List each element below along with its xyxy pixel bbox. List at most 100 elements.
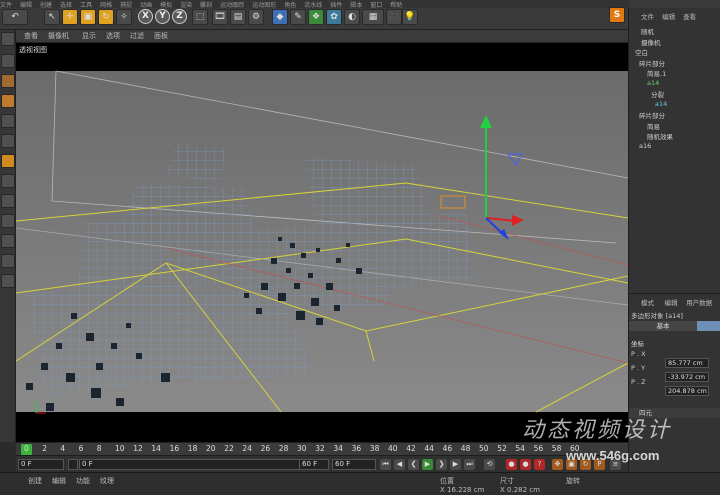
menu-item[interactable]: 渲染 [180, 0, 192, 8]
viewport-menu-filter[interactable]: 过滤 [130, 31, 144, 41]
play-button[interactable]: ▶ [422, 459, 433, 470]
menu-item[interactable]: 模拟 [160, 0, 172, 8]
sculpt-button[interactable] [1, 234, 15, 248]
menu-item[interactable]: 文件 [0, 0, 12, 8]
axis-z-toggle[interactable]: Z [172, 9, 187, 24]
keyframe-selection-button[interactable]: ? [534, 459, 545, 470]
floor-button[interactable]: ▦ [362, 9, 384, 25]
object-tree-item[interactable]: a14 [655, 100, 667, 109]
goto-end-button[interactable]: ⏭ [464, 459, 475, 470]
menu-item[interactable]: 网格 [100, 0, 112, 8]
polygons-mode-button[interactable] [1, 154, 15, 168]
om-tab-edit[interactable]: 编辑 [662, 13, 675, 21]
next-key-button[interactable]: ▶ [450, 459, 461, 470]
model-mode-button[interactable] [1, 54, 15, 68]
undo-button[interactable]: ↶ [2, 9, 28, 25]
render-settings-button[interactable]: ⚙ [248, 9, 264, 25]
select-tool-button[interactable]: ↖ [44, 9, 60, 25]
light-button[interactable]: 💡 [402, 9, 418, 25]
scale-tool-button[interactable]: ▣ [80, 9, 96, 25]
menu-item[interactable]: 插件 [330, 0, 342, 8]
om-tab-view[interactable]: 查看 [683, 13, 696, 21]
autokey-button[interactable]: ● [520, 459, 531, 470]
object-tree-item[interactable]: 简易.1 [647, 68, 666, 78]
viewport-menu-panel[interactable]: 面板 [154, 31, 168, 41]
menu-item[interactable]: 动画 [140, 0, 152, 8]
workplane-button[interactable] [1, 94, 15, 108]
menu-item[interactable]: 流水线 [304, 0, 322, 8]
object-tree-item[interactable]: a16 [639, 142, 651, 151]
snap-button[interactable] [1, 214, 15, 228]
menu-item[interactable]: 编辑 [20, 0, 32, 8]
prev-key-button[interactable]: ◀ [394, 459, 405, 470]
object-tree-item[interactable]: a14 [647, 79, 659, 88]
object-tree-item[interactable]: 摄像机 [641, 37, 661, 47]
bottom-size-x[interactable]: X 0.282 cm [500, 486, 540, 494]
cloner-button[interactable]: ✿ [326, 9, 342, 25]
coord-value-field[interactable]: 204.878 cm [665, 386, 709, 396]
lock-button[interactable] [1, 274, 15, 288]
preview-start-field[interactable]: 0 F [79, 459, 311, 470]
pen-tool-button[interactable]: ✎ [290, 9, 306, 25]
tweak-mode-button[interactable] [1, 194, 15, 208]
object-tree-item[interactable]: 随机效果 [647, 131, 673, 141]
menu-item[interactable]: 帮助 [390, 0, 402, 8]
points-mode-button[interactable] [1, 114, 15, 128]
make-editable-button[interactable] [1, 32, 15, 46]
object-tree-item[interactable]: 碎片部分 [639, 110, 665, 120]
axis-x-toggle[interactable]: X [138, 9, 153, 24]
material-tab-create[interactable]: 创建 [28, 476, 42, 486]
viewport-menu-view[interactable]: 查看 [24, 31, 38, 41]
magnet-button[interactable] [1, 254, 15, 268]
camera-button[interactable]: 🎥 [386, 9, 402, 25]
object-tree-item[interactable]: 分裂 [651, 89, 664, 99]
recent-tool-button[interactable]: ✧ [116, 9, 132, 25]
viewport-menu-cameras[interactable]: 摄像机 [48, 31, 69, 41]
perspective-viewport[interactable]: 透视视图 [16, 43, 628, 442]
goto-start-button[interactable]: ⏮ [380, 459, 391, 470]
position-key-button[interactable]: ✥ [552, 459, 563, 470]
viewport-menu-display[interactable]: 显示 [82, 31, 96, 41]
rotate-tool-button[interactable]: ↻ [98, 9, 114, 25]
attr-tab-mode[interactable]: 模式 [641, 299, 654, 307]
menu-item[interactable]: 雕刻 [200, 0, 212, 8]
menu-item[interactable]: 运动跟踪 [220, 0, 244, 8]
prev-frame-button[interactable]: ❮ [408, 459, 419, 470]
bottom-pos-x[interactable]: X 16.228 cm [440, 486, 484, 494]
menu-item[interactable]: 窗口 [370, 0, 382, 8]
preview-start-spinner[interactable] [68, 459, 78, 470]
edges-mode-button[interactable] [1, 134, 15, 148]
coord-value-field[interactable]: 85.777 cm [665, 358, 709, 368]
material-tab-texture[interactable]: 纹理 [100, 476, 114, 486]
texture-mode-button[interactable] [1, 74, 15, 88]
coord-value-field[interactable]: -33.972 cm [665, 372, 709, 382]
loop-button[interactable]: ⟲ [484, 459, 495, 470]
axis-mode-button[interactable] [1, 174, 15, 188]
menu-item[interactable]: 工具 [80, 0, 92, 8]
object-tree-item[interactable]: 碎片部分 [639, 58, 665, 68]
object-tree-item[interactable]: 随机 [641, 26, 654, 36]
next-frame-button[interactable]: ❯ [436, 459, 447, 470]
coordinate-system-button[interactable]: ⬚ [192, 9, 208, 25]
material-tab-edit[interactable]: 编辑 [52, 476, 66, 486]
axis-y-toggle[interactable]: Y [155, 9, 170, 24]
menu-item[interactable]: 选择 [60, 0, 72, 8]
attr-tab-edit[interactable]: 编辑 [665, 299, 678, 307]
attr-tab-userdata[interactable]: 用户数据 [686, 299, 712, 307]
end-frame-field[interactable]: 60 F [332, 459, 376, 470]
object-tree-item[interactable]: 空白 [635, 47, 648, 57]
preview-end-field[interactable]: 60 F [299, 459, 329, 470]
viewport-menu-options[interactable]: 选项 [106, 31, 120, 41]
cube-object-button[interactable]: ◆ [272, 9, 288, 25]
material-tab-function[interactable]: 功能 [76, 476, 90, 486]
menu-item[interactable]: 创建 [40, 0, 52, 8]
attr-subtab-coord[interactable] [697, 321, 720, 331]
menu-item[interactable]: 脚本 [350, 0, 362, 8]
menu-item[interactable]: 角色 [284, 0, 296, 8]
object-tree-item[interactable]: 简易 [647, 121, 660, 131]
menu-item[interactable]: 捕捉 [120, 0, 132, 8]
start-frame-field[interactable]: 0 F [18, 459, 64, 470]
menu-item[interactable]: 运动图形 [252, 0, 276, 8]
deformer-button[interactable]: ◐ [344, 9, 360, 25]
render-view-button[interactable]: 🎞 [212, 9, 228, 25]
